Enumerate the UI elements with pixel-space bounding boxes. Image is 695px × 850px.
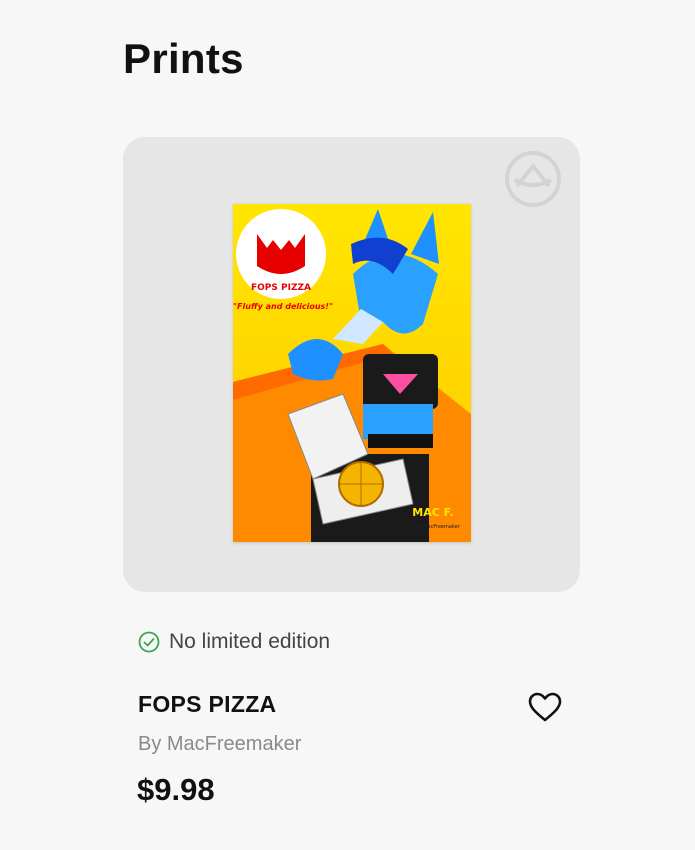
artwork-signature: MAC F. xyxy=(412,506,453,519)
product-card[interactable]: FOPS PIZZA "Fluffy and delicious!" MAC F… xyxy=(123,137,580,592)
artwork-logo-text: FOPS PIZZA xyxy=(251,283,311,293)
product-title[interactable]: FOPS PIZZA xyxy=(138,689,276,719)
artist-link[interactable]: By MacFreemaker xyxy=(138,731,301,757)
heart-icon[interactable] xyxy=(527,691,563,723)
edition-label: No limited edition xyxy=(169,630,331,653)
page-title: Prints xyxy=(123,35,244,82)
artwork-image[interactable]: FOPS PIZZA "Fluffy and delicious!" MAC F… xyxy=(233,204,471,542)
edition-status: No limited edition xyxy=(138,628,330,656)
artwork-signature-handle: @MacFreemaker xyxy=(418,524,460,530)
brand-logo-icon xyxy=(505,151,561,207)
check-circle-icon xyxy=(138,631,160,653)
artwork-tagline: "Fluffy and delicious!" xyxy=(233,302,333,311)
product-price: $9.98 xyxy=(137,772,215,807)
